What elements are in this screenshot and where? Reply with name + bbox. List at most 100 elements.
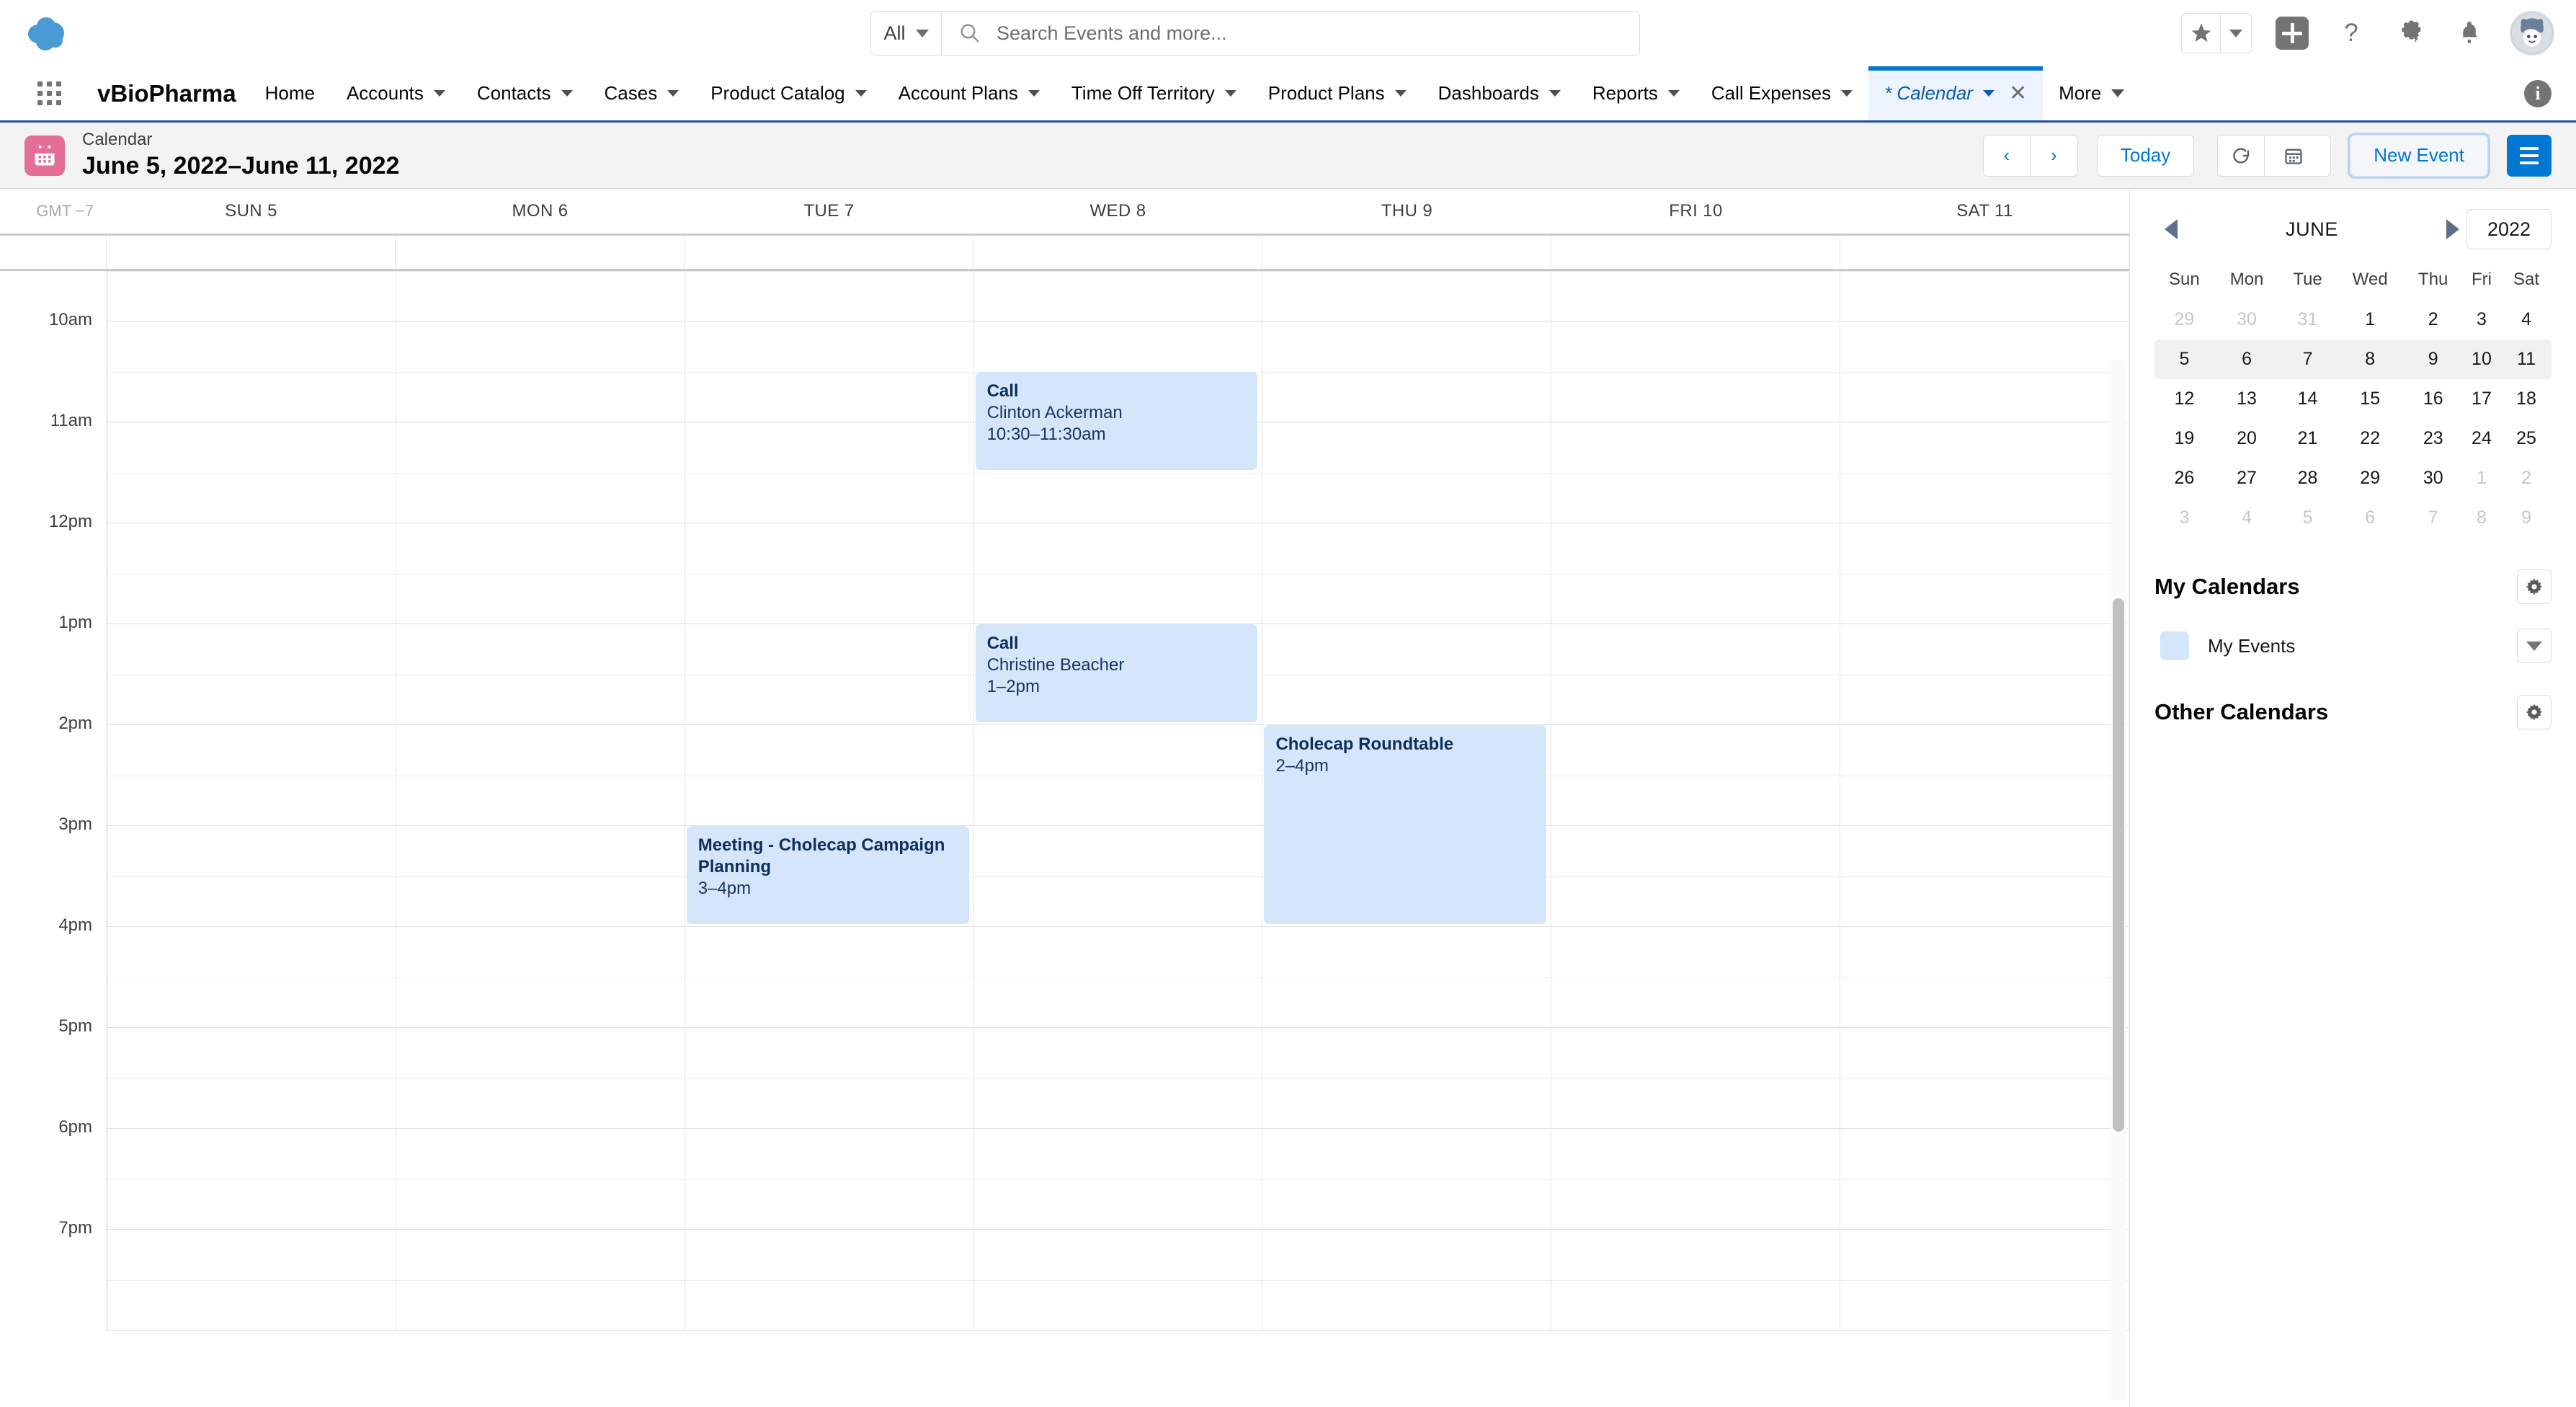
mini-calendar-day[interactable]: 4	[2214, 498, 2280, 538]
today-button[interactable]: Today	[2096, 134, 2195, 177]
hour-cell[interactable]	[396, 1230, 685, 1331]
hour-cell[interactable]	[1262, 523, 1551, 624]
hour-cell[interactable]	[1262, 1129, 1551, 1230]
nav-item-dashboards[interactable]: Dashboards	[1422, 66, 1577, 120]
hour-cell[interactable]	[107, 725, 396, 826]
calendar-menu-button[interactable]	[2507, 134, 2552, 177]
mini-calendar-day[interactable]: 15	[2336, 379, 2405, 419]
hour-cell[interactable]	[107, 271, 396, 321]
day-column-sun[interactable]	[107, 271, 396, 1331]
hour-cell[interactable]	[685, 1129, 973, 1230]
hour-cell[interactable]	[685, 422, 973, 523]
nav-item-home[interactable]: Home	[249, 66, 331, 120]
hour-cell[interactable]	[1840, 523, 2129, 624]
hour-cell[interactable]	[973, 523, 1262, 624]
nav-item-product-catalog[interactable]: Product Catalog	[695, 66, 882, 120]
mini-calendar-day[interactable]: 1	[2462, 458, 2501, 498]
nav-item-account-plans[interactable]: Account Plans	[883, 66, 1056, 120]
day-header-fri[interactable]: FRI 10	[1551, 189, 1840, 234]
hour-cell[interactable]	[1262, 927, 1551, 1028]
nav-item-accounts[interactable]: Accounts	[331, 66, 461, 120]
mini-calendar-day[interactable]: 17	[2462, 379, 2501, 419]
calendar-grid-scroll[interactable]: 9am 10am 11am 12pm 1pm 2pm 3pm 4pm 5pm 6…	[0, 271, 2129, 1403]
hour-cell[interactable]	[1551, 725, 1840, 826]
all-day-cell[interactable]	[1262, 236, 1551, 269]
search-input[interactable]	[997, 22, 1639, 45]
hour-cell[interactable]	[107, 422, 396, 523]
hour-cell[interactable]	[973, 1028, 1262, 1129]
hour-cell[interactable]	[107, 826, 396, 927]
hour-cell[interactable]	[1840, 725, 2129, 826]
day-column-mon[interactable]	[396, 271, 685, 1331]
app-launcher-button[interactable]	[20, 66, 79, 120]
nav-item-product-plans[interactable]: Product Plans	[1252, 66, 1422, 120]
hour-cell[interactable]	[396, 1129, 685, 1230]
calendar-event[interactable]: Cholecap Roundtable 2–4pm	[1264, 725, 1547, 924]
all-day-cell[interactable]	[1840, 236, 2129, 269]
hour-cell[interactable]	[685, 321, 973, 422]
day-header-sun[interactable]: SUN 5	[107, 189, 396, 234]
all-day-cell[interactable]	[107, 236, 396, 269]
hour-cell[interactable]	[1551, 624, 1840, 725]
day-column-tue[interactable]: Meeting - Cholecap Campaign Planning 3–4p…	[685, 271, 974, 1331]
mini-calendar-day[interactable]: 11	[2501, 339, 2552, 379]
hour-cell[interactable]	[396, 624, 685, 725]
calendar-view-picker-button[interactable]	[2265, 134, 2332, 177]
triangle-right-icon[interactable]	[2446, 219, 2459, 239]
mini-calendar-day[interactable]: 21	[2279, 419, 2335, 458]
hour-cell[interactable]	[107, 1028, 396, 1129]
hour-cell[interactable]	[973, 271, 1262, 321]
hour-cell[interactable]	[685, 725, 973, 826]
mini-calendar-day[interactable]: 16	[2405, 379, 2462, 419]
hour-cell[interactable]	[1262, 1028, 1551, 1129]
mini-calendar-day[interactable]: 27	[2214, 458, 2280, 498]
global-search[interactable]: All	[870, 11, 1640, 56]
hour-cell[interactable]	[973, 725, 1262, 826]
mini-calendar-day[interactable]: 3	[2154, 498, 2214, 538]
mini-calendar-day[interactable]: 6	[2336, 498, 2405, 538]
mini-calendar-day[interactable]: 18	[2501, 379, 2552, 419]
hour-cell[interactable]	[685, 624, 973, 725]
hour-cell[interactable]	[685, 523, 973, 624]
mini-calendar-day[interactable]: 2	[2501, 458, 2552, 498]
mini-calendar-day[interactable]: 8	[2335, 339, 2405, 379]
mini-calendar-day[interactable]: 13	[2214, 379, 2280, 419]
mini-calendar-day[interactable]: 19	[2154, 419, 2214, 458]
hour-cell[interactable]	[1840, 1129, 2129, 1230]
mini-calendar-day[interactable]: 5	[2154, 339, 2214, 379]
mini-calendar-day[interactable]: 28	[2279, 458, 2335, 498]
calendar-event[interactable]: Meeting - Cholecap Campaign Planning 3–4p…	[686, 826, 969, 924]
hour-cell[interactable]	[396, 927, 685, 1028]
hour-cell[interactable]	[973, 1230, 1262, 1331]
mini-calendar-day[interactable]: 29	[2336, 458, 2405, 498]
help-button[interactable]: ?	[2332, 14, 2370, 52]
hour-cell[interactable]	[1840, 422, 2129, 523]
hour-cell[interactable]	[1840, 1028, 2129, 1129]
hour-cell[interactable]	[1551, 1230, 1840, 1331]
day-column-fri[interactable]	[1551, 271, 1841, 1331]
hour-cell[interactable]	[107, 927, 396, 1028]
day-column-sat[interactable]	[1840, 271, 2129, 1331]
nav-item-contacts[interactable]: Contacts	[461, 66, 589, 120]
mini-calendar-day[interactable]: 5	[2279, 498, 2335, 538]
hour-cell[interactable]	[1262, 624, 1551, 725]
mini-calendar-day[interactable]: 12	[2154, 379, 2214, 419]
notifications-button[interactable]	[2451, 14, 2488, 52]
nav-item-time-off-territory[interactable]: Time Off Territory	[1056, 66, 1252, 120]
mini-calendar-day[interactable]: 23	[2405, 419, 2462, 458]
hour-cell[interactable]	[1262, 422, 1551, 523]
search-scope-select[interactable]: All	[871, 12, 942, 55]
mini-calendar-day[interactable]: 25	[2501, 419, 2552, 458]
calendar-item-dropdown-button[interactable]	[2517, 629, 2552, 663]
hour-cell[interactable]	[396, 523, 685, 624]
hour-cell[interactable]	[396, 271, 685, 321]
mini-calendar-day[interactable]: 30	[2214, 300, 2280, 339]
calendar-scrollbar-thumb[interactable]	[2113, 598, 2124, 1132]
hour-cell[interactable]	[1551, 927, 1840, 1028]
hour-cell[interactable]	[1551, 422, 1840, 523]
day-column-thu[interactable]: Cholecap Roundtable 2–4pm	[1262, 271, 1552, 1331]
hour-cell[interactable]	[685, 927, 973, 1028]
nav-item-calendar[interactable]: * Calendar ✕	[1868, 66, 2044, 120]
hour-cell[interactable]	[685, 271, 973, 321]
hour-cell[interactable]	[107, 321, 396, 422]
